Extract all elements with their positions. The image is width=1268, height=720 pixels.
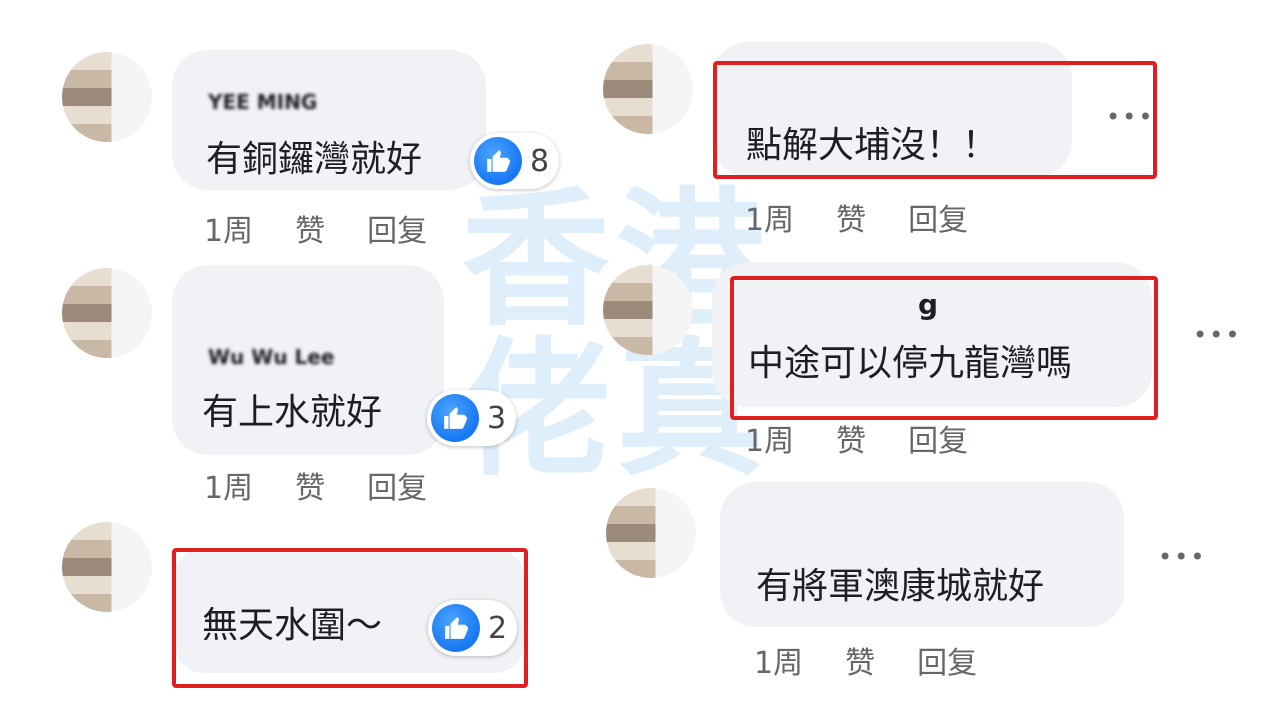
like-button[interactable]: 赞 [295,214,325,249]
comment-bubble: 有將軍澳康城就好 [720,482,1124,627]
comment-bubble: Wu Wu Lee 有上水就好 [172,265,444,455]
avatar[interactable] [606,488,696,578]
timestamp[interactable]: 1周 [754,646,803,681]
timestamp[interactable]: 1周 [745,203,794,238]
reply-button[interactable]: 回复 [908,424,968,459]
comment-actions: 1周 赞 回复 [745,416,1010,460]
avatar[interactable] [62,522,152,612]
reply-button[interactable]: 回复 [367,214,427,249]
avatar[interactable] [603,44,693,134]
like-button[interactable]: 赞 [295,471,325,506]
like-count: 3 [487,400,507,436]
reply-button[interactable]: 回复 [908,203,968,238]
more-options-icon[interactable]: ••• [1158,543,1206,571]
like-button[interactable]: 赞 [836,424,866,459]
like-reaction[interactable]: 3 [427,390,517,446]
thumbs-up-icon [474,137,522,185]
comment-bubble: YEE MING 有銅鑼灣就好 [172,50,486,190]
comment-actions: 1周 赞 回复 [745,195,1010,239]
like-count: 8 [530,143,550,179]
reply-button[interactable]: 回复 [367,471,427,506]
timestamp[interactable]: 1周 [204,214,253,249]
highlight-box [730,276,1158,420]
avatar[interactable] [603,265,693,355]
highlight-box [172,548,528,688]
commenter-name[interactable]: YEE MING [208,90,317,114]
comment-text: 有銅鑼灣就好 [206,139,423,180]
timestamp[interactable]: 1周 [204,471,253,506]
comment-text: 有上水就好 [202,392,383,433]
commenter-name[interactable]: Wu Wu Lee [208,345,334,369]
timestamp[interactable]: 1周 [745,424,794,459]
comment-text: 有將軍澳康城就好 [756,566,1045,607]
thumbs-up-icon [431,394,479,442]
more-options-icon[interactable]: ••• [1193,321,1241,349]
like-button[interactable]: 赞 [845,646,875,681]
avatar[interactable] [62,52,152,142]
reply-button[interactable]: 回复 [917,646,977,681]
like-reaction[interactable]: 8 [470,133,560,189]
comment-actions: 1周 赞 回复 [754,638,1019,682]
highlight-box [713,61,1157,179]
avatar[interactable] [62,268,152,358]
comment-actions: 1周 赞 回复 [204,463,469,507]
comment-actions: 1周 赞 回复 [204,206,469,250]
like-button[interactable]: 赞 [836,203,866,238]
